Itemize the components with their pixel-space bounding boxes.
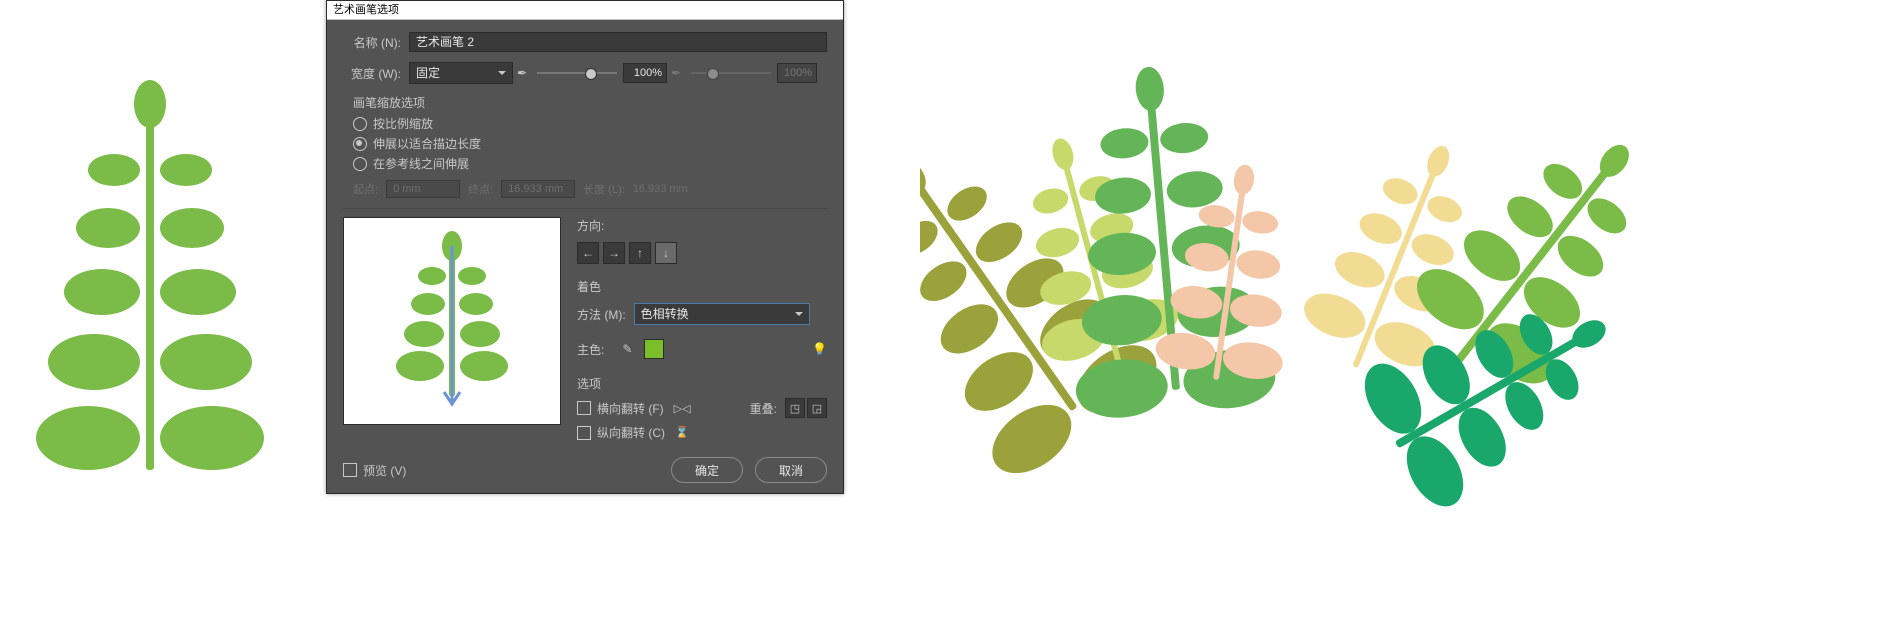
flip-h-label: 横向翻转 (F) xyxy=(597,400,664,417)
end-label: 终点: xyxy=(468,181,493,197)
key-color-label: 主色: xyxy=(577,341,604,358)
width-pct-2: 100% xyxy=(777,63,817,83)
method-combo[interactable]: 色相转换 xyxy=(634,303,810,325)
scale-between-guides-label: 在参考线之间伸展 xyxy=(373,155,469,172)
start-value: 0 mm xyxy=(386,180,460,198)
name-input[interactable]: 艺术画笔 2 xyxy=(409,32,827,52)
overlap-option-b[interactable]: ◲ xyxy=(807,398,827,418)
width-mode-combo[interactable]: 固定 xyxy=(409,62,513,84)
tips-icon[interactable]: 💡 xyxy=(812,342,827,356)
pressure-pen-icon-2: ✒ xyxy=(667,64,685,82)
dialog-title: 艺术画笔选项 xyxy=(327,1,843,20)
guides-disabled-row: 起点: 0 mm 终点: 16.933 mm 长度 (L): 16.933 mm xyxy=(343,180,827,198)
direction-left-button[interactable]: ← xyxy=(577,242,599,264)
source-plant-illustration xyxy=(20,60,280,480)
direction-title: 方向: xyxy=(577,217,827,234)
width-slider-1[interactable] xyxy=(537,66,617,80)
overlap-option-a[interactable]: ◳ xyxy=(785,398,805,418)
pressure-pen-icon[interactable]: ✒ xyxy=(513,64,531,82)
start-label: 起点: xyxy=(353,181,378,197)
brush-preview xyxy=(343,217,561,425)
direction-up-button[interactable]: ↑ xyxy=(629,242,651,264)
key-color-swatch[interactable] xyxy=(644,339,664,359)
length-label: 长度 (L): xyxy=(583,181,625,197)
flip-v-checkbox[interactable] xyxy=(577,426,591,440)
scale-options-title: 画笔缩放选项 xyxy=(343,94,827,111)
scale-proportional-label: 按比例缩放 xyxy=(373,115,433,132)
cancel-button[interactable]: 取消 xyxy=(755,457,827,483)
width-pct-1[interactable]: 100% xyxy=(623,63,667,83)
overlap-label: 重叠: xyxy=(750,400,777,417)
scale-stretch-radio[interactable]: 伸展以适合描边长度 xyxy=(343,135,827,152)
direction-down-button[interactable]: ↓ xyxy=(655,242,677,264)
art-brush-options-dialog: 艺术画笔选项 名称 (N): 艺术画笔 2 宽度 (W): 固定 ✒ 100% … xyxy=(326,0,844,494)
width-label: 宽度 (W): xyxy=(343,65,401,82)
name-label: 名称 (N): xyxy=(343,34,401,51)
preview-checkbox[interactable] xyxy=(343,463,357,477)
colorization-title: 着色 xyxy=(577,278,827,295)
method-label: 方法 (M): xyxy=(577,306,626,323)
flip-h-checkbox[interactable] xyxy=(577,401,591,415)
result-plants-illustration xyxy=(920,40,1640,540)
flip-v-icon: ⌛ xyxy=(675,426,689,439)
flip-v-label: 纵向翻转 (C) xyxy=(597,424,665,441)
eyedropper-icon[interactable]: ✎ xyxy=(618,340,636,358)
options-title: 选项 xyxy=(577,375,827,392)
length-value: 16.933 mm xyxy=(633,183,688,195)
scale-options-section: 画笔缩放选项 按比例缩放 伸展以适合描边长度 在参考线之间伸展 起点: 0 mm… xyxy=(343,94,827,198)
scale-proportional-radio[interactable]: 按比例缩放 xyxy=(343,115,827,132)
preview-label: 预览 (V) xyxy=(363,462,406,479)
scale-stretch-label: 伸展以适合描边长度 xyxy=(373,135,481,152)
divider xyxy=(343,208,827,209)
end-value: 16.933 mm xyxy=(501,180,575,198)
direction-right-button[interactable]: → xyxy=(603,242,625,264)
width-slider-2 xyxy=(691,66,771,80)
scale-between-guides-radio[interactable]: 在参考线之间伸展 xyxy=(343,155,827,172)
flip-h-icon: ▷◁ xyxy=(674,402,691,415)
ok-button[interactable]: 确定 xyxy=(671,457,743,483)
